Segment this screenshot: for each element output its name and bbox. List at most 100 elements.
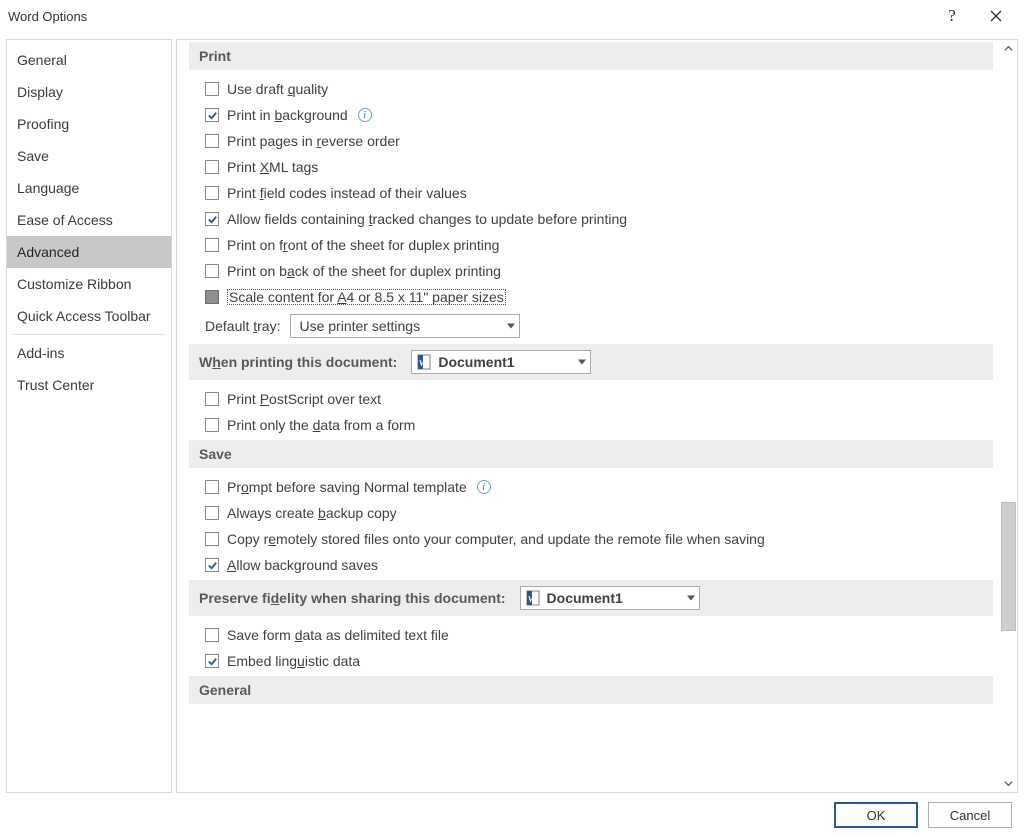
checkbox-icon <box>205 532 219 546</box>
checkbox-icon <box>205 392 219 406</box>
opt-reverse-order[interactable]: Print pages in reverse order <box>195 128 993 154</box>
scroll-track[interactable] <box>1000 57 1017 775</box>
opt-label: Save form data as delimited text file <box>227 627 449 643</box>
checkbox-icon <box>205 134 219 148</box>
opt-label: Allow fields containing tracked changes … <box>227 211 627 227</box>
section-header-printing-document: When printing this document: W Document1 <box>189 344 993 380</box>
printing-document-combo[interactable]: W Document1 <box>411 350 591 374</box>
sidebar-item-proofing[interactable]: Proofing <box>7 108 171 140</box>
section-header-general: General <box>189 676 993 704</box>
titlebar: Word Options ? <box>0 0 1024 32</box>
opt-label: Copy remotely stored files onto your com… <box>227 531 765 547</box>
checkbox-icon <box>205 558 219 572</box>
default-tray-label: Default tray: <box>205 318 280 334</box>
checkbox-icon <box>205 238 219 252</box>
opt-label: Print in background <box>227 107 348 123</box>
combo-value: W Document1 <box>412 354 538 370</box>
opt-label: Print on back of the sheet for duplex pr… <box>227 263 501 279</box>
sidebar-item-customize-ribbon[interactable]: Customize Ribbon <box>7 268 171 300</box>
section-header-print: Print <box>189 42 993 70</box>
ok-button[interactable]: OK <box>834 802 918 828</box>
info-icon[interactable]: i <box>358 108 372 122</box>
section-header-fidelity: Preserve fidelity when sharing this docu… <box>189 580 993 616</box>
chevron-down-icon <box>687 596 695 601</box>
section-header-save: Save <box>189 440 993 468</box>
sidebar-item-display[interactable]: Display <box>7 76 171 108</box>
options-panel: Print Use draft quality Print in backgro… <box>176 39 1018 793</box>
section-title: When printing this document: <box>199 354 397 370</box>
word-document-icon: W <box>416 354 432 370</box>
opt-label: Print only the data from a form <box>227 417 415 433</box>
sidebar-item-language[interactable]: Language <box>7 172 171 204</box>
sidebar-item-add-ins[interactable]: Add-ins <box>7 337 171 369</box>
opt-prompt-normal[interactable]: Prompt before saving Normal template i <box>195 474 993 500</box>
chevron-down-icon <box>507 324 515 329</box>
checkbox-icon <box>205 480 219 494</box>
sidebar-separator <box>13 334 165 335</box>
close-icon[interactable] <box>974 1 1018 31</box>
scroll-up-icon[interactable] <box>1000 40 1017 57</box>
checkbox-icon <box>205 506 219 520</box>
sidebar-item-quick-access-toolbar[interactable]: Quick Access Toolbar <box>7 300 171 332</box>
scroll-down-icon[interactable] <box>1000 775 1017 792</box>
checkbox-icon <box>205 82 219 96</box>
opt-tracked-changes[interactable]: Allow fields containing tracked changes … <box>195 206 993 232</box>
opt-label: Scale content for A4 or 8.5 x 11" paper … <box>227 289 506 305</box>
checkbox-icon <box>205 264 219 278</box>
vertical-scrollbar[interactable] <box>1000 40 1017 792</box>
checkbox-icon <box>205 654 219 668</box>
opt-duplex-back[interactable]: Print on back of the sheet for duplex pr… <box>195 258 993 284</box>
opt-print-xml-tags[interactable]: Print XML tags <box>195 154 993 180</box>
checkbox-icon <box>205 418 219 432</box>
opt-save-form-data[interactable]: Save form data as delimited text file <box>195 622 993 648</box>
cancel-button[interactable]: Cancel <box>928 802 1012 828</box>
checkbox-icon <box>205 108 219 122</box>
checkbox-icon <box>205 160 219 174</box>
section-title: Preserve fidelity when sharing this docu… <box>199 590 506 606</box>
opt-embed-linguistic[interactable]: Embed linguistic data <box>195 648 993 674</box>
svg-text:W: W <box>419 359 427 368</box>
chevron-down-icon <box>578 360 586 365</box>
opt-draft-quality[interactable]: Use draft quality <box>195 76 993 102</box>
checkbox-icon <box>205 212 219 226</box>
opt-print-background[interactable]: Print in background i <box>195 102 993 128</box>
opt-scale-content[interactable]: Scale content for A4 or 8.5 x 11" paper … <box>195 284 993 310</box>
checkbox-icon <box>205 186 219 200</box>
combo-value: W Document1 <box>521 590 647 606</box>
opt-copy-remote[interactable]: Copy remotely stored files onto your com… <box>195 526 993 552</box>
info-icon[interactable]: i <box>477 480 491 494</box>
opt-postscript[interactable]: Print PostScript over text <box>195 386 993 412</box>
combo-value: Use printer settings <box>291 318 444 334</box>
default-tray-combo[interactable]: Use printer settings <box>290 314 520 338</box>
help-icon[interactable]: ? <box>930 1 974 31</box>
scroll-thumb[interactable] <box>1001 502 1016 631</box>
checkbox-icon <box>205 628 219 642</box>
svg-text:W: W <box>528 595 536 604</box>
opt-background-saves[interactable]: Allow background saves <box>195 552 993 578</box>
dialog-footer: OK Cancel <box>0 793 1024 837</box>
opt-only-form-data[interactable]: Print only the data from a form <box>195 412 993 438</box>
opt-label: Always create backup copy <box>227 505 397 521</box>
word-document-icon: W <box>525 590 541 606</box>
opt-label: Print XML tags <box>227 159 318 175</box>
fidelity-document-combo[interactable]: W Document1 <box>520 586 700 610</box>
sidebar-item-ease-of-access[interactable]: Ease of Access <box>7 204 171 236</box>
window-title: Word Options <box>8 9 87 24</box>
opt-label: Allow background saves <box>227 557 378 573</box>
opt-duplex-front[interactable]: Print on front of the sheet for duplex p… <box>195 232 993 258</box>
checkbox-icon <box>205 290 219 304</box>
opt-label: Prompt before saving Normal template <box>227 479 467 495</box>
opt-label: Print pages in reverse order <box>227 133 400 149</box>
opt-field-codes[interactable]: Print field codes instead of their value… <box>195 180 993 206</box>
opt-label: Use draft quality <box>227 81 328 97</box>
opt-backup-copy[interactable]: Always create backup copy <box>195 500 993 526</box>
opt-label: Print PostScript over text <box>227 391 381 407</box>
category-sidebar: General Display Proofing Save Language E… <box>6 39 172 793</box>
opt-label: Embed linguistic data <box>227 653 360 669</box>
sidebar-item-general[interactable]: General <box>7 44 171 76</box>
opt-label: Print field codes instead of their value… <box>227 185 467 201</box>
sidebar-item-save[interactable]: Save <box>7 140 171 172</box>
sidebar-item-advanced[interactable]: Advanced <box>7 236 171 268</box>
opt-label: Print on front of the sheet for duplex p… <box>227 237 499 253</box>
sidebar-item-trust-center[interactable]: Trust Center <box>7 369 171 401</box>
